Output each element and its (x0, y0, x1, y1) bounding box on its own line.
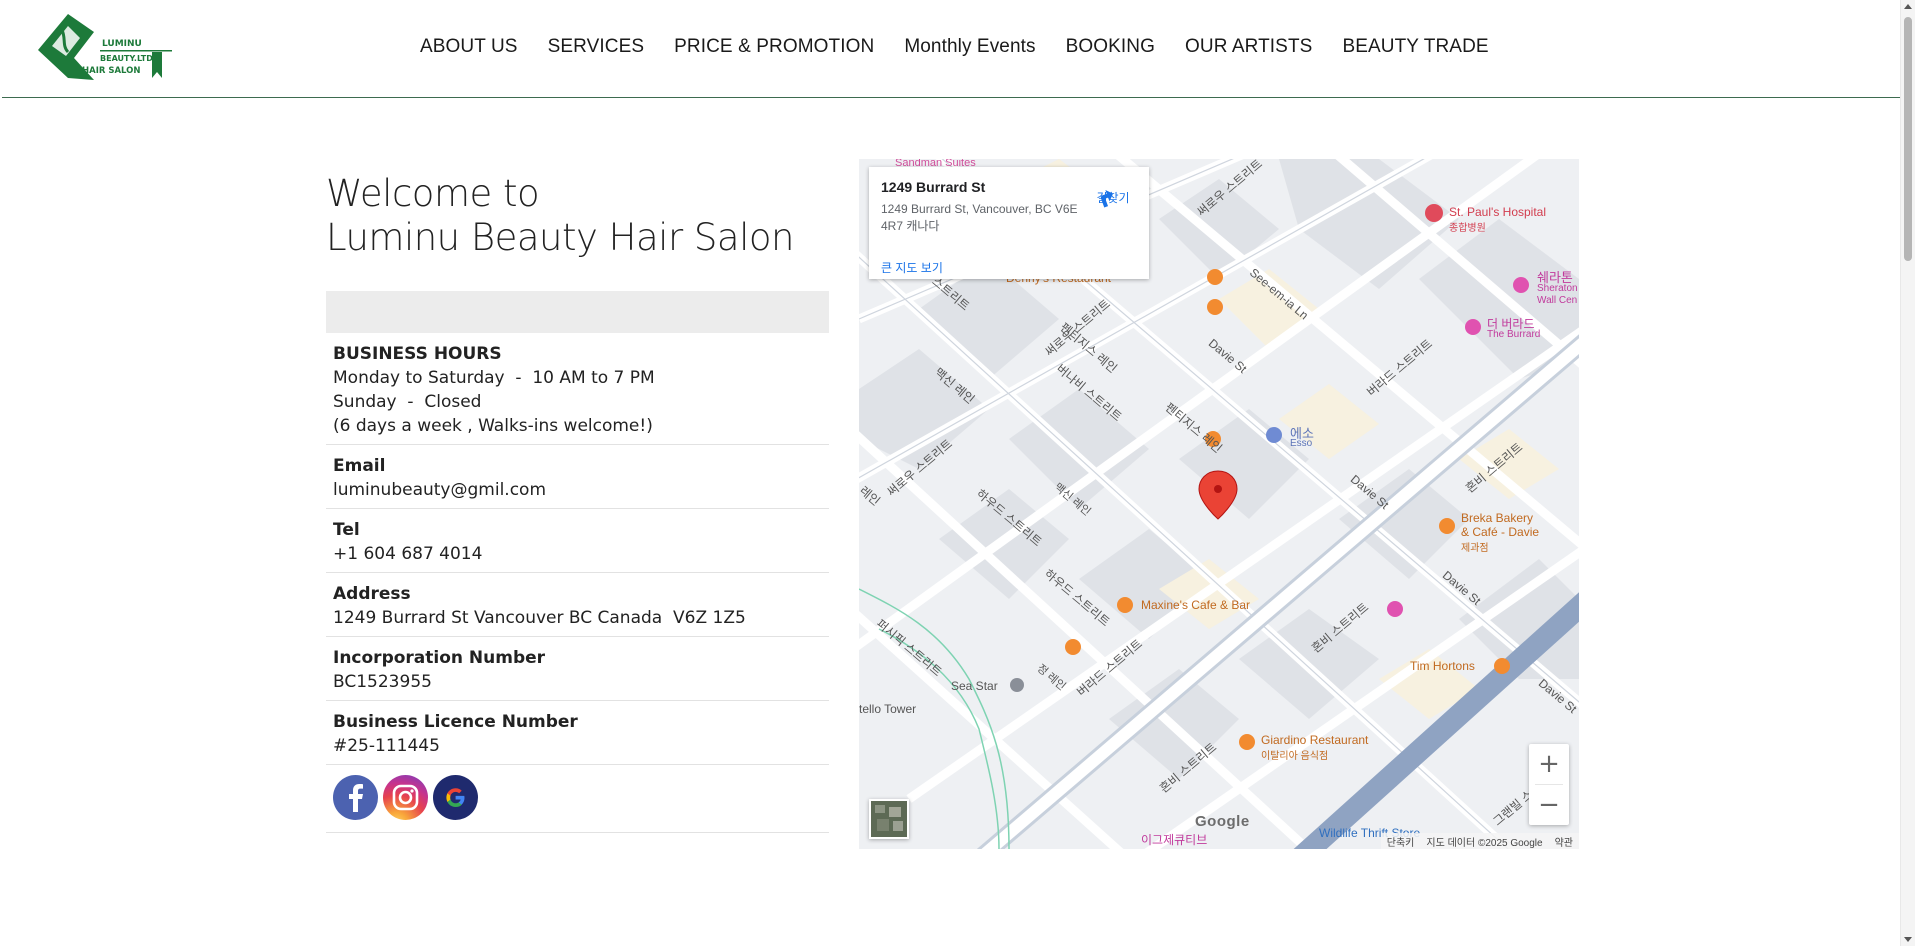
page-scrollbar[interactable] (1900, 0, 1915, 946)
tel-value[interactable]: +1 604 687 4014 (333, 542, 822, 566)
map-place-card: 1249 Burrard St 1249 Burrard St, Vancouv… (869, 167, 1149, 279)
welcome-heading: Welcome to Luminu Beauty Hair Salon (326, 172, 826, 260)
licence-title: Business Licence Number (333, 712, 578, 732)
map-data-credit: 지도 데이터 ©2025 Google (1426, 837, 1543, 849)
map-label-breka-2: & Café - Davie (1461, 525, 1540, 539)
map-footer: 단축키 지도 데이터 ©2025 Google 약관 (1380, 833, 1579, 849)
nav-our-artists[interactable]: OUR ARTISTS (1185, 36, 1312, 58)
google-map[interactable]: Sandman Suites Denny's Restaurant St. Pa… (859, 159, 1579, 849)
logo-graphic: LUMINU BEAUTY.LTD HAIR SALON (38, 14, 172, 80)
social-links (326, 765, 829, 833)
cafe-pin-icon[interactable] (1494, 658, 1510, 674)
map-label-esso-en: Esso (1290, 438, 1313, 449)
logo-line3: HAIR SALON (82, 66, 141, 76)
gas-station-icon[interactable] (1266, 427, 1282, 443)
directions-icon (1100, 190, 1114, 208)
nav-price-promotion[interactable]: PRICE & PROMOTION (674, 36, 874, 58)
restaurant-pin-icon[interactable] (1207, 299, 1223, 315)
incorporation-title: Incorporation Number (333, 648, 546, 668)
nav-booking[interactable]: BOOKING (1066, 36, 1155, 58)
incorporation-value: BC1523955 (333, 672, 432, 692)
restaurant-pin-icon[interactable] (1207, 269, 1223, 285)
logo-line2: BEAUTY.LTD (100, 54, 153, 63)
map-label-sea-star: Sea Star (951, 679, 998, 693)
map-label-sheraton-2: Wall Cen (1537, 295, 1578, 306)
hospital-pin-icon[interactable] (1425, 204, 1443, 222)
hotel-pin-icon[interactable] (1387, 601, 1403, 617)
map-label-sheraton-1: Sheraton (1537, 283, 1578, 294)
scroll-down-arrow-icon[interactable] (1904, 937, 1912, 942)
terms-link[interactable]: 약관 (1555, 834, 1573, 849)
scroll-up-arrow-icon[interactable] (1904, 4, 1912, 9)
hours-weekday: Monday to Saturday - 10 AM to 7 PM (333, 368, 655, 388)
zoom-out-button[interactable]: − (1529, 785, 1569, 825)
restaurant-pin-icon[interactable] (1065, 639, 1081, 655)
nav-services[interactable]: SERVICES (548, 36, 645, 58)
email-title: Email (333, 456, 386, 476)
map-label-breka-3: 제과점 (1461, 543, 1489, 554)
keyboard-shortcuts-link[interactable]: 단축키 (1387, 834, 1415, 849)
instagram-icon[interactable] (383, 775, 428, 820)
site-header: LUMINU BEAUTY.LTD HAIR SALON ABOUT US SE… (2, 0, 1900, 98)
business-info: BUSINESS HOURS Monday to Saturday - 10 A… (326, 333, 829, 833)
nav-beauty-trade[interactable]: BEAUTY TRADE (1342, 36, 1488, 58)
welcome-line2: Luminu Beauty Hair Salon (326, 216, 794, 259)
map-label-tim-hortons: Tim Hortons (1410, 659, 1475, 673)
restaurant-pin-icon[interactable] (1239, 734, 1255, 750)
nav-about-us[interactable]: ABOUT US (420, 36, 518, 58)
address-block: Address 1249 Burrard St Vancouver BC Can… (326, 573, 829, 637)
map-layer-toggle[interactable] (869, 799, 909, 839)
facebook-icon[interactable] (333, 775, 378, 820)
luminu-logo[interactable]: LUMINU BEAUTY.LTD HAIR SALON (32, 12, 178, 82)
address-value: 1249 Burrard St Vancouver BC Canada V6Z … (333, 608, 746, 628)
map-label-st-pauls-ko: 종합병원 (1449, 223, 1486, 234)
info-header-bar (326, 291, 829, 333)
map-label-igeuje: 이그제큐티브 (1141, 833, 1208, 847)
place-pin-icon[interactable] (1010, 678, 1024, 692)
zoom-in-button[interactable]: + (1529, 744, 1569, 784)
restaurant-pin-icon[interactable] (1439, 518, 1455, 534)
map-label-giardino-1: Giardino Restaurant (1261, 733, 1369, 747)
map-place-address: 1249 Burrard St, Vancouver, BC V6E 4R7 캐… (881, 202, 1078, 233)
google-logo: Google (1195, 813, 1250, 830)
hours-title: BUSINESS HOURS (333, 344, 502, 364)
google-icon[interactable] (433, 775, 478, 820)
map-label-burrard-en: The Burrard (1487, 329, 1541, 340)
restaurant-pin-icon[interactable] (1117, 597, 1133, 613)
map-label-tello-tower: tello Tower (859, 702, 917, 716)
hours-note: (6 days a week , Walks-ins welcome!) (333, 416, 653, 436)
directions-button[interactable]: 길찾기 (1093, 187, 1133, 208)
map-label-giardino-2: 이탈리아 음식점 (1261, 751, 1329, 762)
map-zoom-controls: + − (1529, 744, 1569, 825)
nav-monthly-events[interactable]: Monthly Events (904, 36, 1035, 58)
address-title: Address (333, 584, 411, 604)
licence-block: Business Licence Number #25-111445 (326, 701, 829, 765)
view-larger-map-link[interactable]: 큰 지도 보기 (881, 259, 943, 276)
email-value[interactable]: luminubeauty@gmil.com (333, 478, 822, 502)
licence-value: #25-111445 (333, 736, 440, 756)
email-block: Email luminubeauty@gmil.com (326, 445, 829, 509)
satellite-icon (871, 801, 907, 837)
map-label-maxines: Maxine's Cafe & Bar (1141, 598, 1251, 612)
incorporation-block: Incorporation Number BC1523955 (326, 637, 829, 701)
tel-block: Tel +1 604 687 4014 (326, 509, 829, 573)
main-nav: ABOUT US SERVICES PRICE & PROMOTION Mont… (420, 36, 1489, 58)
hotel-pin-icon[interactable] (1513, 277, 1529, 293)
tel-title: Tel (333, 520, 360, 540)
hotel-pin-icon[interactable] (1465, 319, 1481, 335)
hours-sunday: Sunday - Closed (333, 392, 482, 412)
business-hours-block: BUSINESS HOURS Monday to Saturday - 10 A… (326, 333, 829, 445)
logo-line1: LUMINU (102, 39, 142, 49)
map-label-st-pauls: St. Paul's Hospital (1449, 205, 1547, 219)
scroll-thumb[interactable] (1904, 17, 1912, 261)
welcome-line1: Welcome to (326, 172, 540, 215)
map-label-breka-1: Breka Bakery (1461, 511, 1534, 525)
